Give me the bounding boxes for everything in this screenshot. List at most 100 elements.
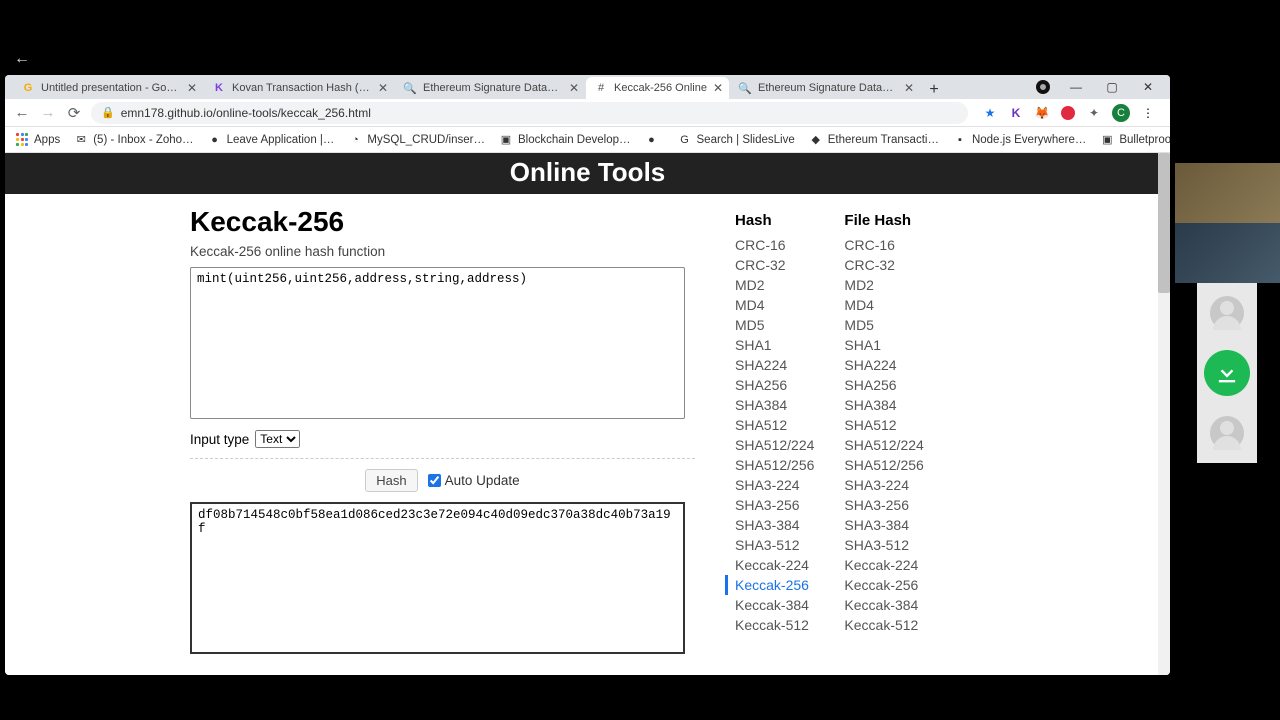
- tab-title: Ethereum Signature Database: [423, 82, 563, 94]
- scrollbar-thumb[interactable]: [1158, 153, 1170, 293]
- hash-link-sha512-256[interactable]: SHA512/256: [844, 455, 923, 475]
- hash-link-sha384[interactable]: SHA384: [735, 395, 814, 415]
- hash-link-sha3-384[interactable]: SHA3-384: [844, 515, 923, 535]
- tab-close-icon[interactable]: ✕: [713, 81, 723, 95]
- hash-link-sha512-256[interactable]: SHA512/256: [735, 455, 814, 475]
- nav-forward-icon[interactable]: →: [39, 104, 57, 121]
- window-minimize[interactable]: —: [1058, 80, 1094, 94]
- bookmark-label: Bulletproof node.js…: [1119, 134, 1170, 146]
- bookmark-3[interactable]: ◔MySQL_CRUD/inser…: [348, 133, 485, 147]
- tab-favicon: 🔍: [403, 81, 417, 95]
- hash-link-sha224[interactable]: SHA224: [844, 355, 923, 375]
- hash-link-sha3-512[interactable]: SHA3-512: [844, 535, 923, 555]
- tab-1[interactable]: KKovan Transaction Hash (Txhash✕: [204, 77, 394, 99]
- hash-link-keccak-384[interactable]: Keccak-384: [735, 595, 814, 615]
- window-maximize[interactable]: ▢: [1094, 80, 1130, 94]
- metamask-icon[interactable]: 🦊: [1034, 105, 1050, 121]
- hash-link-sha1[interactable]: SHA1: [735, 335, 814, 355]
- hash-link-md5[interactable]: MD5: [735, 315, 814, 335]
- hash-link-keccak-256[interactable]: Keccak-256: [725, 575, 814, 595]
- extensions-puzzle-icon[interactable]: ✦: [1086, 105, 1102, 121]
- hash-link-sha3-256[interactable]: SHA3-256: [735, 495, 814, 515]
- bookmark-1[interactable]: ✉(5) - Inbox - Zoho…: [74, 133, 193, 147]
- tab-4[interactable]: 🔍Ethereum Signature Database✕: [730, 77, 920, 99]
- hash-link-sha3-512[interactable]: SHA3-512: [735, 535, 814, 555]
- hash-link-md2[interactable]: MD2: [735, 275, 814, 295]
- hash-link-keccak-224[interactable]: Keccak-224: [844, 555, 923, 575]
- participant-avatar-1[interactable]: [1197, 283, 1257, 343]
- hash-link-sha3-256[interactable]: SHA3-256: [844, 495, 923, 515]
- hash-link-sha512[interactable]: SHA512: [735, 415, 814, 435]
- hash-link-md4[interactable]: MD4: [844, 295, 923, 315]
- input-type-label: Input type: [190, 432, 249, 447]
- tab-2[interactable]: 🔍 Ethereum Signature Database ✕: [395, 77, 585, 99]
- hash-link-md2[interactable]: MD2: [844, 275, 923, 295]
- nav-back-icon[interactable]: ←: [13, 104, 31, 121]
- nav-reload-icon[interactable]: ⟳: [65, 104, 83, 122]
- hash-link-sha384[interactable]: SHA384: [844, 395, 923, 415]
- input-type-select[interactable]: Text: [255, 430, 300, 448]
- url-text: emn178.github.io/online-tools/keccak_256…: [121, 106, 371, 120]
- hash-link-keccak-384[interactable]: Keccak-384: [844, 595, 923, 615]
- participant-icon[interactable]: [1197, 343, 1257, 403]
- lock-icon: 🔒: [101, 106, 115, 119]
- scrollbar[interactable]: [1158, 153, 1170, 675]
- tab-close-icon[interactable]: ✕: [904, 81, 914, 95]
- hash-link-crc-16[interactable]: CRC-16: [844, 235, 923, 255]
- hash-link-crc-32[interactable]: CRC-32: [844, 255, 923, 275]
- hash-link-sha256[interactable]: SHA256: [844, 375, 923, 395]
- new-tab-button[interactable]: +: [921, 81, 947, 99]
- hash-link-crc-32[interactable]: CRC-32: [735, 255, 814, 275]
- hash-output[interactable]: [190, 502, 685, 654]
- bookmark-7[interactable]: ◆Ethereum Transacti…: [809, 133, 939, 147]
- hash-link-sha512-224[interactable]: SHA512/224: [844, 435, 923, 455]
- bookmark-icon: ▪: [953, 133, 967, 147]
- bookmark-icon: ●: [208, 133, 222, 147]
- participant-video-1[interactable]: [1175, 163, 1280, 223]
- hash-link-keccak-256[interactable]: Keccak-256: [844, 575, 923, 595]
- window-close[interactable]: ✕: [1130, 80, 1166, 94]
- hash-link-crc-16[interactable]: CRC-16: [735, 235, 814, 255]
- hash-link-keccak-224[interactable]: Keccak-224: [735, 555, 814, 575]
- hash-link-sha512-224[interactable]: SHA512/224: [735, 435, 814, 455]
- hash-link-md5[interactable]: MD5: [844, 315, 923, 335]
- hash-link-sha512[interactable]: SHA512: [844, 415, 923, 435]
- bookmark-8[interactable]: ▪Node.js Everywhere…: [953, 133, 1086, 147]
- extension-icon-1[interactable]: K: [1008, 105, 1024, 121]
- bookmark-label: MySQL_CRUD/inser…: [367, 134, 485, 146]
- hash-link-md4[interactable]: MD4: [735, 295, 814, 315]
- hash-button[interactable]: Hash: [365, 469, 417, 492]
- url-field[interactable]: 🔒 emn178.github.io/online-tools/keccak_2…: [91, 102, 968, 124]
- hash-link-sha224[interactable]: SHA224: [735, 355, 814, 375]
- bookmark-label: Blockchain Develop…: [518, 134, 631, 146]
- page-subtitle: Keccak-256 online hash function: [190, 244, 695, 259]
- hash-input[interactable]: [190, 267, 685, 419]
- auto-update-checkbox[interactable]: [428, 474, 441, 487]
- participant-avatar-2[interactable]: [1197, 403, 1257, 463]
- hash-link-sha256[interactable]: SHA256: [735, 375, 814, 395]
- tab-3[interactable]: #Keccak-256 Online✕: [586, 77, 729, 99]
- hash-link-keccak-512[interactable]: Keccak-512: [844, 615, 923, 635]
- hash-link-sha3-224[interactable]: SHA3-224: [735, 475, 814, 495]
- hash-link-keccak-512[interactable]: Keccak-512: [735, 615, 814, 635]
- bookmark-9[interactable]: ▣Bulletproof node.js…: [1100, 133, 1170, 147]
- bookmark-icon: ✉: [74, 133, 88, 147]
- bookmark-2[interactable]: ●Leave Application |…: [208, 133, 335, 147]
- participant-video-2[interactable]: [1175, 223, 1280, 283]
- bookmark-6[interactable]: GSearch | SlidesLive: [678, 133, 795, 147]
- tab-close-icon[interactable]: ✕: [187, 81, 197, 95]
- tab-close-icon[interactable]: ✕: [378, 81, 388, 95]
- bookmark-star-icon[interactable]: ★: [982, 105, 998, 121]
- tab-0[interactable]: GUntitled presentation - Google S✕: [13, 77, 203, 99]
- hash-link-sha1[interactable]: SHA1: [844, 335, 923, 355]
- hash-link-sha3-224[interactable]: SHA3-224: [844, 475, 923, 495]
- outer-back-arrow[interactable]: ←: [14, 50, 30, 68]
- hash-link-sha3-384[interactable]: SHA3-384: [735, 515, 814, 535]
- bookmark-5[interactable]: ●: [645, 133, 664, 147]
- tab-close-icon[interactable]: ✕: [569, 81, 579, 95]
- bookmark-0[interactable]: Apps: [15, 133, 60, 147]
- bookmark-4[interactable]: ▣Blockchain Develop…: [499, 133, 631, 147]
- extension-red-icon[interactable]: [1060, 105, 1076, 121]
- profile-avatar[interactable]: C: [1112, 104, 1130, 122]
- chrome-menu-icon[interactable]: ⋮: [1140, 105, 1156, 121]
